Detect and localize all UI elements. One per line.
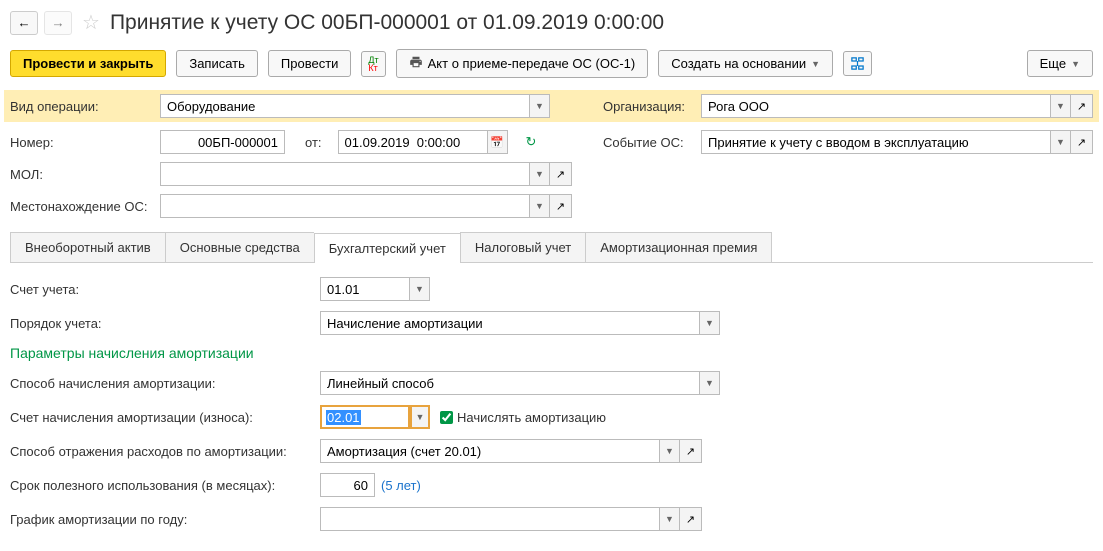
schedule-open-button[interactable]: ↗ xyxy=(680,507,702,531)
mol-dropdown-button[interactable]: ▼ xyxy=(530,162,550,186)
loc-label: Местонахождение ОС: xyxy=(10,199,150,214)
order-dropdown-button[interactable]: ▼ xyxy=(700,311,720,335)
method-label: Способ начисления амортизации: xyxy=(10,376,320,391)
schedule-dropdown-button[interactable]: ▼ xyxy=(660,507,680,531)
dtkt-icon: ДтКт xyxy=(368,56,378,72)
date-input[interactable] xyxy=(338,130,488,154)
org-input[interactable] xyxy=(701,94,1051,118)
nav-forward-button: → xyxy=(44,11,72,35)
order-label: Порядок учета: xyxy=(10,316,320,331)
op-type-dropdown-button[interactable]: ▼ xyxy=(530,94,550,118)
method-dropdown-button[interactable]: ▼ xyxy=(700,371,720,395)
amort-section-title: Параметры начисления амортизации xyxy=(10,345,1093,361)
more-button[interactable]: Еще ▼ xyxy=(1027,50,1093,77)
account-input[interactable] xyxy=(320,277,410,301)
op-type-input[interactable] xyxy=(160,94,530,118)
post-button[interactable]: Провести xyxy=(268,50,352,77)
nav-back-button[interactable]: ← xyxy=(10,11,38,35)
favorite-star-icon[interactable]: ☆ xyxy=(82,10,100,35)
printer-icon xyxy=(409,55,423,72)
number-input[interactable] xyxy=(160,130,285,154)
act-label: Акт о приеме-передаче ОС (ОС-1) xyxy=(428,56,636,71)
event-dropdown-button[interactable]: ▼ xyxy=(1051,130,1071,154)
structure-icon xyxy=(850,56,865,71)
account-label: Счет учета: xyxy=(10,282,320,297)
mol-open-button[interactable]: ↗ xyxy=(550,162,572,186)
amort-check-label: Начислять амортизацию xyxy=(457,410,606,425)
amort-acc-label: Счет начисления амортизации (износа): xyxy=(10,410,320,425)
act-print-button[interactable]: Акт о приеме-передаче ОС (ОС-1) xyxy=(396,49,649,78)
event-open-button[interactable]: ↗ xyxy=(1071,130,1093,154)
expense-open-button[interactable]: ↗ xyxy=(680,439,702,463)
chevron-down-icon: ▼ xyxy=(1071,59,1080,69)
method-input[interactable] xyxy=(320,371,700,395)
org-dropdown-button[interactable]: ▼ xyxy=(1051,94,1071,118)
account-dropdown-button[interactable]: ▼ xyxy=(410,277,430,301)
refresh-icon[interactable]: ↻ xyxy=(526,134,537,150)
expense-label: Способ отражения расходов по амортизации… xyxy=(10,444,320,459)
post-and-close-button[interactable]: Провести и закрыть xyxy=(10,50,166,77)
write-button[interactable]: Записать xyxy=(176,50,258,77)
chevron-down-icon: ▼ xyxy=(811,59,820,69)
tab-amort-bonus[interactable]: Амортизационная премия xyxy=(585,232,772,262)
org-open-button[interactable]: ↗ xyxy=(1071,94,1093,118)
loc-dropdown-button[interactable]: ▼ xyxy=(530,194,550,218)
event-label: Событие ОС: xyxy=(603,135,693,150)
date-label: от: xyxy=(305,135,322,150)
mol-input[interactable] xyxy=(160,162,530,186)
org-label: Организация: xyxy=(603,99,693,114)
calendar-icon[interactable]: 📅 xyxy=(488,130,508,154)
create-based-button[interactable]: Создать на основании ▼ xyxy=(658,50,833,77)
life-input[interactable] xyxy=(320,473,375,497)
amort-acc-dropdown-button[interactable]: ▼ xyxy=(410,405,430,429)
schedule-label: График амортизации по году: xyxy=(10,512,320,527)
loc-open-button[interactable]: ↗ xyxy=(550,194,572,218)
dtkt-button[interactable]: ДтКт xyxy=(361,51,385,77)
amort-checkbox[interactable] xyxy=(440,411,453,424)
mol-label: МОЛ: xyxy=(10,167,150,182)
event-input[interactable] xyxy=(701,130,1051,154)
structure-button[interactable] xyxy=(843,51,872,76)
page-title: Принятие к учету ОС 00БП-000001 от 01.09… xyxy=(110,11,664,35)
order-input[interactable] xyxy=(320,311,700,335)
loc-input[interactable] xyxy=(160,194,530,218)
number-label: Номер: xyxy=(10,135,150,150)
tabs-container: Внеоборотный актив Основные средства Бух… xyxy=(10,232,1093,263)
tab-fixed-assets[interactable]: Основные средства xyxy=(165,232,314,262)
op-type-label: Вид операции: xyxy=(10,99,150,114)
tab-tax[interactable]: Налоговый учет xyxy=(460,232,585,262)
life-label: Срок полезного использования (в месяцах)… xyxy=(10,478,320,493)
expense-dropdown-button[interactable]: ▼ xyxy=(660,439,680,463)
life-hint: (5 лет) xyxy=(381,478,421,493)
tab-accounting[interactable]: Бухгалтерский учет xyxy=(314,233,460,263)
schedule-input[interactable] xyxy=(320,507,660,531)
expense-input[interactable] xyxy=(320,439,660,463)
amort-acc-input[interactable]: 02.01 xyxy=(320,405,410,429)
tab-noncurrent-asset[interactable]: Внеоборотный актив xyxy=(10,232,165,262)
